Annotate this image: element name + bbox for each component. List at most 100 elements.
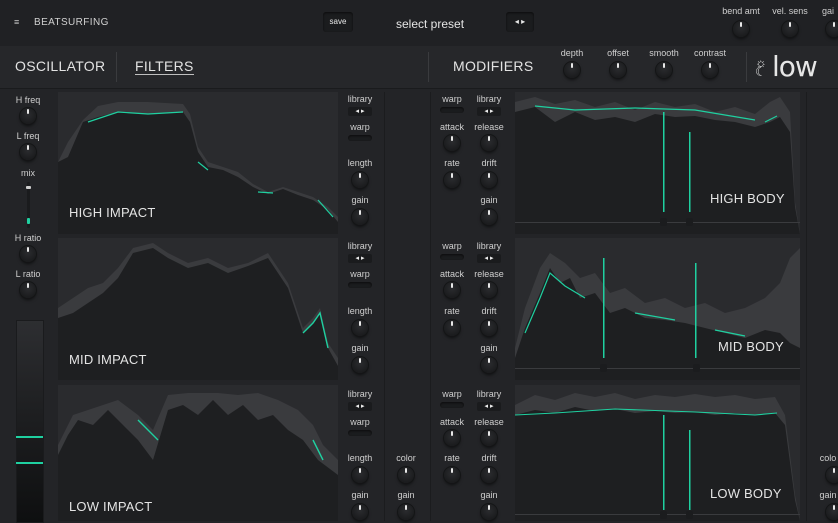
vel-sens-knob[interactable] [782, 21, 798, 37]
high-impact-gain-label: gain [351, 195, 369, 205]
brand-label: BEATSURFING [34, 17, 109, 28]
low-logo: low [772, 50, 818, 83]
mid-body-library-label: library [476, 241, 502, 251]
low-impact-gain-knob[interactable] [352, 504, 368, 520]
low-body-gain-label: gain [480, 490, 498, 500]
mid-body-attack-knob[interactable] [444, 282, 460, 298]
low-impact-warp-toggle[interactable] [348, 430, 372, 436]
low-body-release-knob[interactable] [481, 430, 497, 446]
high-impact-length-knob[interactable] [352, 172, 368, 188]
low-impact-warp-label: warp [350, 417, 370, 427]
low-body-drift-knob[interactable] [481, 467, 497, 483]
low-impact-length-knob[interactable] [352, 467, 368, 483]
color-knob[interactable] [398, 467, 414, 483]
high-body-gain-knob[interactable] [481, 209, 497, 225]
high-body-library-arrows[interactable]: ◂ ▸ [477, 107, 501, 116]
l-freq-knob[interactable] [20, 144, 36, 160]
right-color-label: colo [819, 453, 837, 463]
preset-selector[interactable]: select preset [396, 17, 464, 31]
low-body-release-label: release [474, 417, 504, 427]
low-body-library-arrows[interactable]: ◂ ▸ [477, 402, 501, 411]
menu-icon[interactable]: ≡ [14, 17, 19, 27]
low-body-library-label: library [476, 389, 502, 399]
mid-body-gain-knob[interactable] [481, 357, 497, 373]
save-button[interactable]: save [323, 12, 353, 32]
mid-body-warp-toggle[interactable] [440, 254, 464, 260]
depth-knob[interactable] [564, 62, 580, 78]
smooth-label: smooth [649, 48, 679, 58]
smooth-knob[interactable] [656, 62, 672, 78]
high-impact-library-arrows[interactable]: ◂ ▸ [348, 107, 372, 116]
nav-divider-2 [428, 52, 429, 82]
mid-body-title: MID BODY [718, 339, 784, 354]
mid-body-rate-knob[interactable] [444, 320, 460, 336]
sun-moon-icon: ☼ ☾ [755, 55, 767, 79]
mid-body-library-arrows[interactable]: ◂ ▸ [477, 254, 501, 263]
low-body-gain-knob[interactable] [481, 504, 497, 520]
tab-modifiers[interactable]: MODIFIERS [453, 58, 533, 74]
mix-slider-fill [27, 218, 30, 224]
low-body-title: LOW BODY [710, 486, 782, 501]
low-impact-title: LOW IMPACT [69, 499, 153, 514]
high-body-waveform[interactable] [515, 92, 800, 234]
mid-body-release-label: release [474, 269, 504, 279]
high-impact-gain-knob[interactable] [352, 209, 368, 225]
high-body-gain-label: gain [480, 195, 498, 205]
low-impact-library-label: library [347, 389, 373, 399]
high-body-attack-knob[interactable] [444, 135, 460, 151]
low-body-drift-label: drift [481, 453, 497, 463]
high-body-drift-label: drift [481, 158, 497, 168]
mid-body-drift-knob[interactable] [481, 320, 497, 336]
mid-impact-warp-label: warp [350, 269, 370, 279]
mid-impact-library-arrows[interactable]: ◂ ▸ [348, 254, 372, 263]
l-ratio-knob[interactable] [20, 282, 36, 298]
right-gain-label: gain [819, 490, 837, 500]
high-body-release-knob[interactable] [481, 135, 497, 151]
mid-impact-length-knob[interactable] [352, 320, 368, 336]
contrast-label: contrast [693, 48, 726, 58]
mid-impact-gain-knob[interactable] [352, 357, 368, 373]
right-gain-knob[interactable] [826, 504, 838, 520]
tab-oscillator[interactable]: OSCILLATOR [15, 58, 105, 74]
mid-gain-label: gain [397, 490, 415, 500]
depth-label: depth [560, 48, 584, 58]
high-body-library-label: library [476, 94, 502, 104]
level-meter-low-marker[interactable] [16, 462, 43, 464]
offset-knob[interactable] [610, 62, 626, 78]
h-freq-knob[interactable] [20, 108, 36, 124]
bend-amt-knob[interactable] [733, 21, 749, 37]
h-freq-label: H freq [15, 95, 41, 105]
mid-body-gain-label: gain [480, 343, 498, 353]
nav-divider [116, 52, 117, 82]
high-body-drift-knob[interactable] [481, 172, 497, 188]
preset-arrows[interactable]: ◂ ▸ [506, 12, 534, 32]
high-body-rate-knob[interactable] [444, 172, 460, 188]
contrast-knob[interactable] [702, 62, 718, 78]
mid-gain-knob[interactable] [398, 504, 414, 520]
level-meter-high-marker[interactable] [16, 436, 43, 438]
high-impact-warp-toggle[interactable] [348, 135, 372, 141]
low-body-attack-knob[interactable] [444, 430, 460, 446]
low-body-rate-knob[interactable] [444, 467, 460, 483]
mid-impact-warp-toggle[interactable] [348, 282, 372, 288]
mid-body-release-knob[interactable] [481, 282, 497, 298]
tab-filters[interactable]: FILTERS [135, 58, 194, 75]
gain-top-knob[interactable] [826, 21, 838, 37]
l-freq-label: L freq [16, 131, 40, 141]
h-ratio-label: H ratio [14, 233, 42, 243]
level-meter [16, 320, 44, 523]
mid-impact-library-label: library [347, 241, 373, 251]
bend-amt-label: bend amt [722, 6, 760, 16]
right-color-knob[interactable] [826, 467, 838, 483]
high-body-warp-toggle[interactable] [440, 107, 464, 113]
mix-label: mix [21, 168, 35, 178]
high-body-release-label: release [474, 122, 504, 132]
mid-body-waveform[interactable] [515, 238, 800, 380]
logo-divider [746, 52, 747, 82]
low-impact-library-arrows[interactable]: ◂ ▸ [348, 402, 372, 411]
high-body-title: HIGH BODY [710, 191, 785, 206]
mix-slider-handle[interactable] [26, 186, 31, 189]
low-body-warp-toggle[interactable] [440, 402, 464, 408]
h-ratio-knob[interactable] [20, 246, 36, 262]
high-impact-title: HIGH IMPACT [69, 205, 156, 220]
